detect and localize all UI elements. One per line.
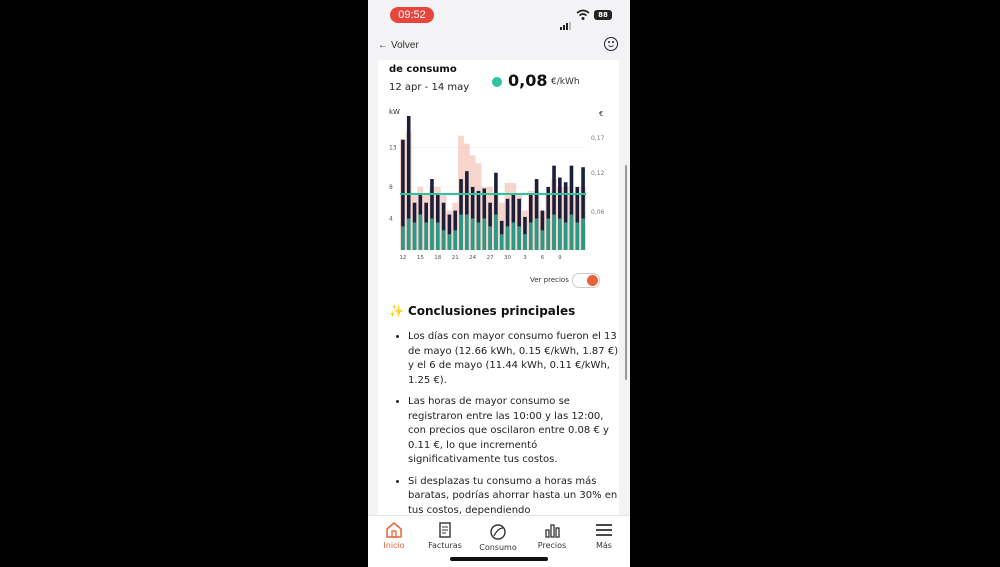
arrow-left-icon: ← <box>378 40 388 51</box>
signal-icon <box>560 11 572 30</box>
teal-bar <box>563 222 568 250</box>
x-tick-label: 18 <box>434 255 441 261</box>
menu-icon <box>596 524 612 536</box>
x-tick-label: 12 <box>399 255 406 261</box>
back-label: Volver <box>391 40 419 51</box>
x-tick-label: 30 <box>504 255 511 261</box>
teal-bar <box>523 234 527 250</box>
tab-consumo[interactable]: Consumo <box>472 524 524 552</box>
right-tick-label: 0,12 <box>591 170 605 177</box>
tab-facturas[interactable]: Facturas <box>419 522 471 550</box>
tab-label: Consumo <box>479 543 517 552</box>
teal-bar <box>401 226 405 250</box>
left-axis-label: kW <box>389 108 400 116</box>
teal-bar <box>552 214 556 250</box>
list-item: Las horas de mayor consumo se registraro… <box>408 395 619 468</box>
teal-bar <box>482 218 487 250</box>
tab-precios[interactable]: Precios <box>526 522 578 550</box>
teal-bar <box>441 230 446 250</box>
x-tick-label: 24 <box>469 255 476 261</box>
smiley-icon[interactable] <box>604 37 618 51</box>
conclusions-list: Los días con mayor consumo fueron el 13 … <box>390 330 619 515</box>
teal-bar <box>476 222 481 250</box>
home-indicator <box>450 557 548 561</box>
wifi-icon <box>576 9 590 20</box>
conclusions-heading: ✨ Conclusiones principales <box>389 304 575 318</box>
teal-bar <box>459 214 463 250</box>
teal-bar <box>447 234 452 250</box>
price-dot-icon <box>492 77 502 87</box>
left-tick-label: 8 <box>389 184 393 191</box>
status-time: 09:52 <box>390 7 434 23</box>
x-tick-label: 15 <box>417 255 424 261</box>
top-nav: ← Volver <box>368 34 630 58</box>
bar-chart-icon <box>545 524 560 538</box>
conclusions-title: Conclusiones principales <box>407 304 576 318</box>
status-bar: 09:52 88 <box>368 0 630 30</box>
tab-label: Precios <box>537 541 567 550</box>
consumption-card: de consumo 12 apr - 14 may 0,08 €/kWh kW… <box>378 60 619 515</box>
teal-bar <box>581 218 585 250</box>
document-icon <box>439 522 451 538</box>
right-tick-label: 0,06 <box>591 209 605 216</box>
scrollbar[interactable] <box>625 165 627 380</box>
show-prices-toggle[interactable] <box>572 273 600 288</box>
consumption-chart[interactable]: kW € 4 8 13 0,06 0,12 0,17 12 15 18 21 24 27 30 3 6 9 <box>386 104 611 274</box>
tab-inicio[interactable]: Inicio <box>368 522 420 550</box>
battery-icon: 88 <box>594 10 612 20</box>
teal-bar <box>546 218 551 250</box>
price-value: 0,08 <box>508 71 548 90</box>
x-tick-label: 21 <box>452 255 459 261</box>
date-range: 12 apr - 14 may <box>389 82 470 93</box>
card-title: de consumo <box>389 64 457 75</box>
x-tick-label: 27 <box>487 255 494 261</box>
teal-bar <box>528 222 533 250</box>
tab-label: Facturas <box>428 541 462 550</box>
teal-bar <box>517 226 521 250</box>
back-button[interactable]: ← Volver <box>378 40 419 51</box>
leaf-icon <box>490 524 506 540</box>
toggle-label: Ver precios <box>530 276 569 284</box>
teal-bar <box>499 234 504 250</box>
teal-bar <box>488 226 492 250</box>
teal-bar <box>453 230 458 250</box>
right-tick-label: 0,17 <box>591 135 605 142</box>
x-tick-label: 3 <box>523 255 527 261</box>
sparkle-icon: ✨ <box>389 304 404 318</box>
list-item: Los días con mayor consumo fueron el 13 … <box>408 330 619 388</box>
teal-bar <box>534 218 539 250</box>
teal-bar <box>412 222 417 250</box>
phone-screen: 09:52 88 ← Volver de consumo 12 apr - 14 … <box>368 0 630 567</box>
x-tick-label: 6 <box>541 255 545 261</box>
tab-label: Más <box>596 541 612 550</box>
teal-bar <box>418 214 423 250</box>
home-icon <box>386 522 402 538</box>
teal-bar <box>406 218 411 250</box>
left-tick-label: 13 <box>389 145 397 152</box>
teal-bar <box>430 218 434 250</box>
teal-bar <box>465 214 469 250</box>
teal-bar <box>424 222 428 250</box>
teal-bar <box>575 222 580 250</box>
teal-bar <box>505 226 510 250</box>
list-item: Si desplazas tu consumo a horas más bara… <box>408 475 619 516</box>
teal-bar <box>435 222 440 250</box>
teal-bar <box>540 230 545 250</box>
teal-bar <box>558 218 562 250</box>
tab-mas[interactable]: Más <box>578 522 630 550</box>
teal-bar <box>494 214 498 250</box>
x-tick-label: 9 <box>558 255 562 261</box>
toggle-knob <box>587 275 598 286</box>
price-unit: €/kWh <box>551 77 580 87</box>
teal-bar <box>511 222 516 250</box>
right-axis-label: € <box>599 110 603 118</box>
left-tick-label: 4 <box>389 215 393 222</box>
teal-bar <box>569 214 574 250</box>
teal-bar <box>470 218 475 250</box>
tab-label: Inicio <box>383 541 405 550</box>
